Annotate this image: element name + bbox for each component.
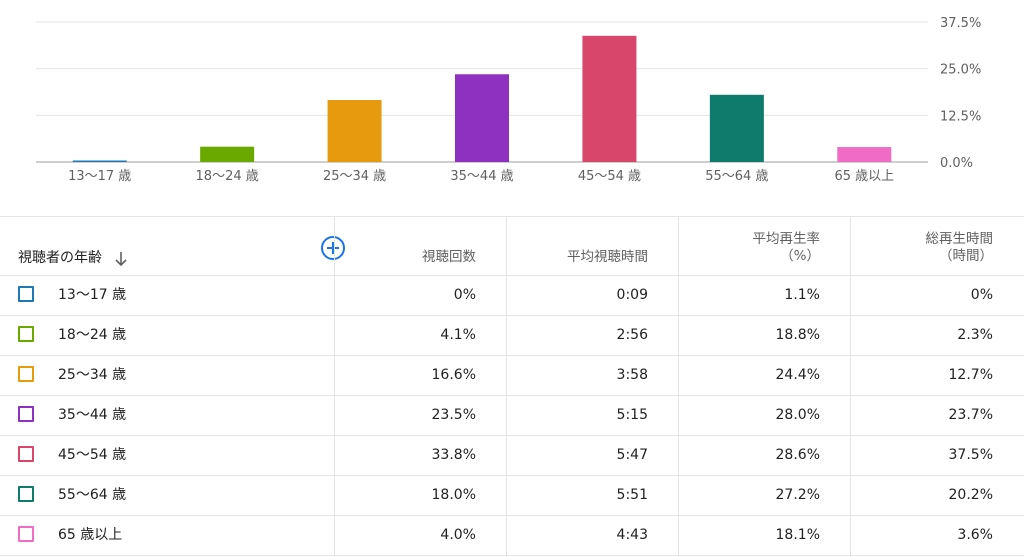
series-checkbox[interactable] <box>18 446 34 462</box>
age-bar-chart: 37.5% 25.0% 12.5% 0.0% 13～17 歳 18～24 歳 25～34 … <box>36 16 981 184</box>
series-checkbox[interactable] <box>18 286 34 302</box>
bar-0[interactable] <box>72 160 127 163</box>
views-cell: 33.8% <box>431 447 476 463</box>
column-divider <box>678 217 679 557</box>
avg-percentage-cell: 24.4% <box>775 367 820 383</box>
sort-down-icon <box>114 251 128 267</box>
views-cell: 18.0% <box>431 487 476 503</box>
bar-6[interactable] <box>837 147 892 162</box>
watch-time-cell: 0% <box>970 287 993 303</box>
avg-percentage-cell: 27.2% <box>775 487 820 503</box>
x-tick-label: 55～64 歳 <box>705 169 768 184</box>
row-label: 35～44 歳 <box>58 407 127 423</box>
views-cell: 0% <box>453 287 476 303</box>
bar-2[interactable] <box>327 100 382 162</box>
table-row[interactable]: 55～64 歳 18.0% 5:51 27.2% 20.2% <box>0 476 1024 516</box>
avg-duration-cell: 3:58 <box>616 367 648 383</box>
avg-duration-cell: 5:47 <box>616 447 648 463</box>
bar-5[interactable] <box>709 94 764 162</box>
column-header-avg-percentage[interactable]: 平均再生率 （%） <box>753 231 821 265</box>
y-tick-label: 25.0% <box>940 63 981 78</box>
age-table: 視聴者の年齢 視聴回数 平均視聴時間 平均再生率 （%） 総再生時間 （時間） … <box>0 216 1024 557</box>
x-tick-label: 18～24 歳 <box>196 169 259 184</box>
bar-4[interactable] <box>582 35 637 162</box>
avg-duration-cell: 0:09 <box>616 287 648 303</box>
chart-y-tick-labels: 37.5% 25.0% 12.5% 0.0% <box>940 16 981 171</box>
column-divider <box>850 217 851 557</box>
add-column-plus-circle-icon[interactable] <box>321 236 345 260</box>
avg-duration-cell: 2:56 <box>616 327 648 343</box>
dimension-header-label: 視聴者の年齢 <box>18 250 102 266</box>
series-checkbox[interactable] <box>18 366 34 382</box>
column-header-avg-percentage-line1: 平均再生率 <box>752 231 821 247</box>
column-divider <box>506 217 507 557</box>
chart-x-tick-labels: 13～17 歳 18～24 歳 25～34 歳 35～44 歳 45～54 歳 55～64… <box>68 169 894 184</box>
watch-time-cell: 20.2% <box>948 487 993 503</box>
avg-percentage-cell: 1.1% <box>784 287 820 303</box>
views-cell: 4.1% <box>440 327 476 343</box>
chart-bars <box>72 35 892 163</box>
y-tick-label: 37.5% <box>940 16 981 31</box>
column-header-views[interactable]: 視聴回数 <box>422 249 476 266</box>
avg-duration-cell: 5:15 <box>616 407 648 423</box>
series-checkbox[interactable] <box>18 526 34 542</box>
column-header-watch-time[interactable]: 総再生時間 （時間） <box>926 231 994 265</box>
watch-time-cell: 3.6% <box>957 527 993 543</box>
avg-duration-cell: 4:43 <box>616 527 648 543</box>
column-header-avg-duration-label: 平均視聴時間 <box>567 249 648 265</box>
table-header-row: 視聴者の年齢 視聴回数 平均視聴時間 平均再生率 （%） 総再生時間 （時間） <box>0 217 1024 276</box>
views-cell: 23.5% <box>431 407 476 423</box>
avg-duration-cell: 5:51 <box>616 487 648 503</box>
row-label: 65 歳以上 <box>58 527 123 543</box>
x-tick-label: 45～54 歳 <box>578 169 641 184</box>
x-tick-label: 35～44 歳 <box>450 169 513 184</box>
column-header-avg-duration[interactable]: 平均視聴時間 <box>567 249 648 266</box>
table-row[interactable]: 25～34 歳 16.6% 3:58 24.4% 12.7% <box>0 356 1024 396</box>
table-row[interactable]: 65 歳以上 4.0% 4:43 18.1% 3.6% <box>0 516 1024 556</box>
column-header-watch-time-line2: （時間） <box>939 248 993 264</box>
table-row[interactable]: 35～44 歳 23.5% 5:15 28.0% 23.7% <box>0 396 1024 436</box>
bar-1[interactable] <box>200 146 255 162</box>
watch-time-cell: 37.5% <box>948 447 993 463</box>
row-label: 18～24 歳 <box>58 327 127 343</box>
table-row[interactable]: 18～24 歳 4.1% 2:56 18.8% 2.3% <box>0 316 1024 356</box>
table-row[interactable]: 13～17 歳 0% 0:09 1.1% 0% <box>0 276 1024 316</box>
row-label: 25～34 歳 <box>58 367 127 383</box>
views-cell: 4.0% <box>440 527 476 543</box>
watch-time-cell: 23.7% <box>948 407 993 423</box>
x-tick-label: 25～34 歳 <box>323 169 386 184</box>
bar-3[interactable] <box>455 74 509 162</box>
dimension-header[interactable]: 視聴者の年齢 <box>18 250 128 267</box>
column-header-watch-time-line1: 総再生時間 <box>925 231 994 247</box>
avg-percentage-cell: 28.0% <box>775 407 820 423</box>
column-header-views-label: 視聴回数 <box>422 249 476 265</box>
x-tick-label: 65 歳以上 <box>834 169 894 184</box>
row-label: 45～54 歳 <box>58 447 127 463</box>
y-tick-label: 12.5% <box>940 109 981 124</box>
row-label: 13～17 歳 <box>58 287 127 303</box>
series-checkbox[interactable] <box>18 406 34 422</box>
watch-time-cell: 2.3% <box>957 327 993 343</box>
avg-percentage-cell: 18.1% <box>775 527 820 543</box>
series-checkbox[interactable] <box>18 486 34 502</box>
x-tick-label: 13～17 歳 <box>68 169 131 184</box>
views-cell: 16.6% <box>431 367 476 383</box>
avg-percentage-cell: 28.6% <box>775 447 820 463</box>
column-header-avg-percentage-line2: （%） <box>780 248 820 264</box>
avg-percentage-cell: 18.8% <box>775 327 820 343</box>
y-tick-label: 0.0% <box>940 156 973 171</box>
watch-time-cell: 12.7% <box>948 367 993 383</box>
table-row[interactable]: 45～54 歳 33.8% 5:47 28.6% 37.5% <box>0 436 1024 476</box>
row-label: 55～64 歳 <box>58 487 127 503</box>
column-divider <box>334 217 335 557</box>
series-checkbox[interactable] <box>18 326 34 342</box>
